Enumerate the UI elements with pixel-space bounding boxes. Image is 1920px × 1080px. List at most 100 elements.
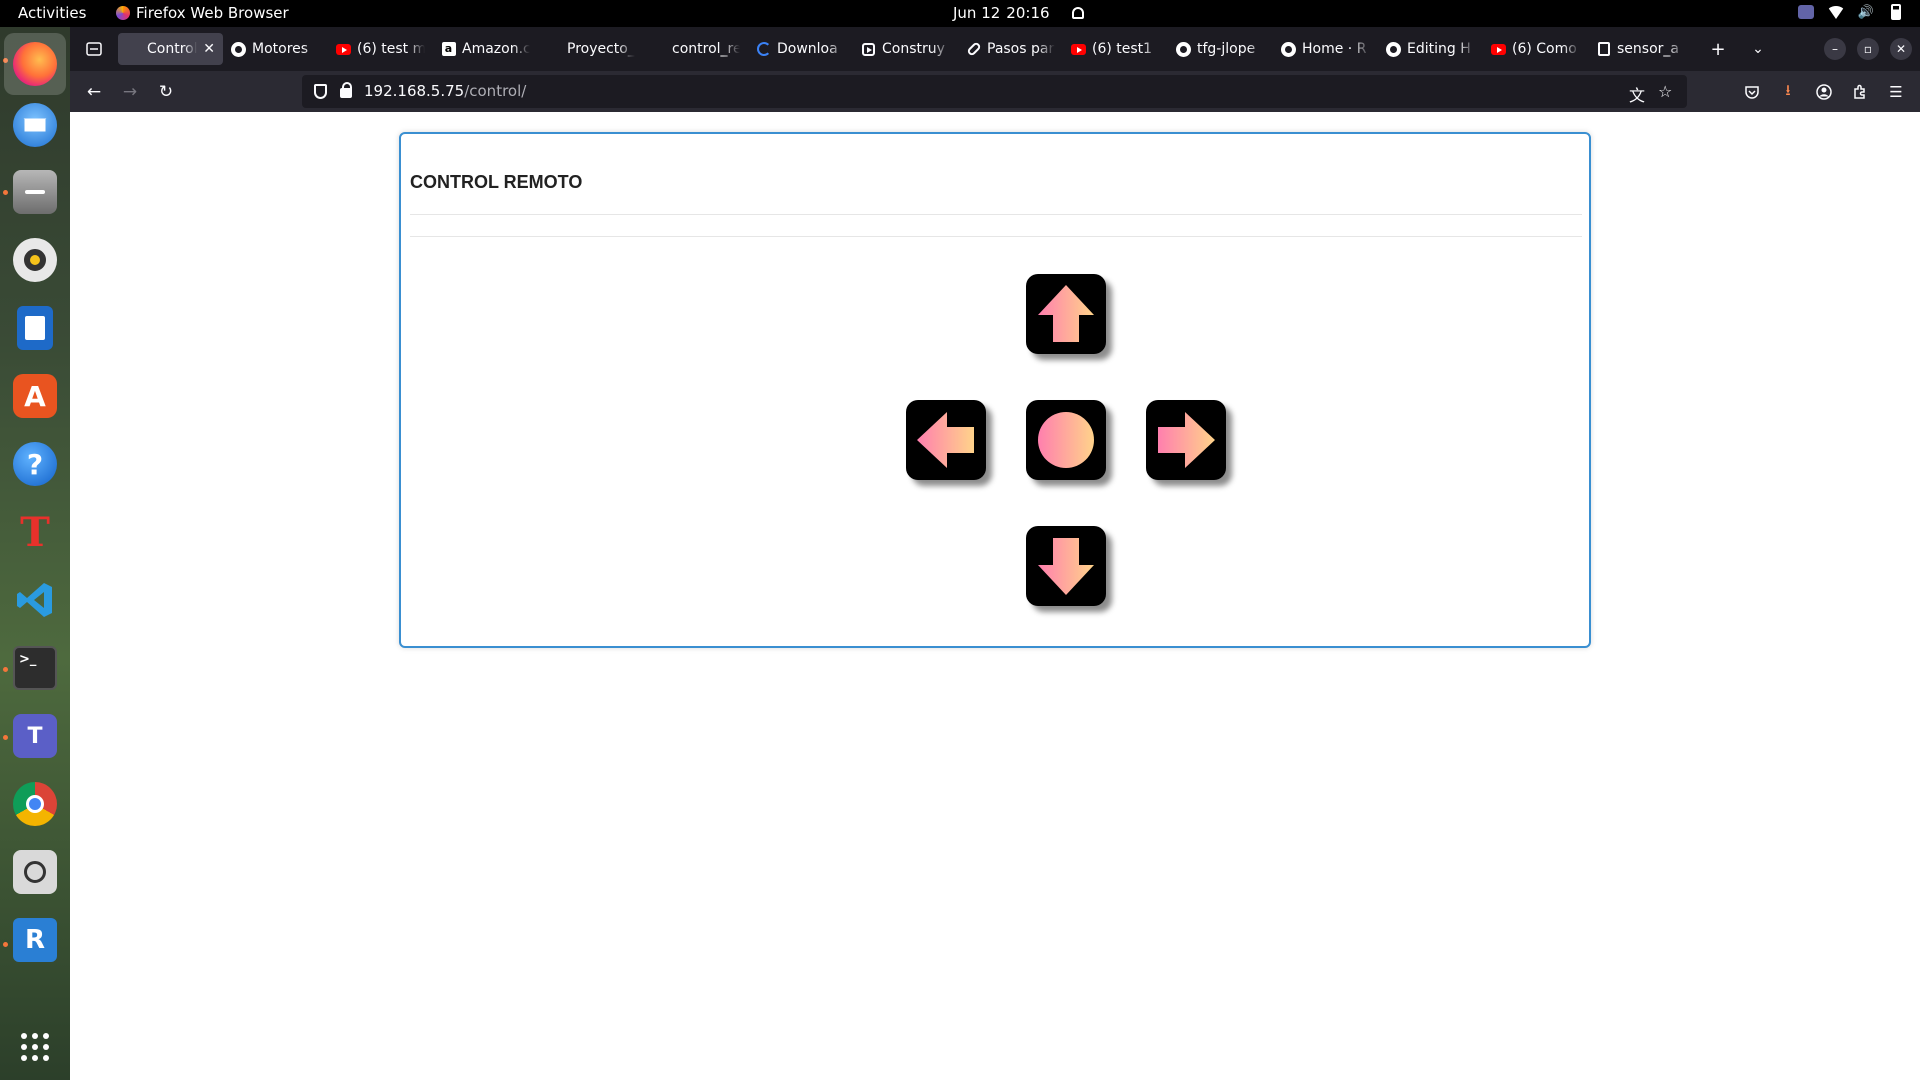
connection-lock-icon[interactable] bbox=[340, 82, 352, 98]
dock-show-apps[interactable] bbox=[10, 1022, 60, 1072]
dock-remmina[interactable]: R bbox=[10, 915, 60, 965]
downloads-button[interactable]: ⭳ bbox=[1777, 81, 1799, 103]
firefox-view-button[interactable] bbox=[82, 37, 106, 61]
dock: A ? T >_ T R bbox=[0, 27, 70, 1080]
system-top-bar: Activities Firefox Web Browser Jun 12 20… bbox=[0, 0, 1920, 27]
battery-icon[interactable] bbox=[1888, 4, 1904, 20]
blank-icon bbox=[546, 42, 561, 57]
browser-tab[interactable]: control_rem bbox=[643, 33, 748, 65]
new-tab-button[interactable]: + bbox=[1706, 37, 1730, 61]
tab-title: tfg-jlope bbox=[1197, 41, 1256, 57]
extensions-button[interactable] bbox=[1849, 81, 1871, 103]
browser-tab[interactable]: tfg-jlope bbox=[1168, 33, 1273, 65]
body-divider bbox=[410, 236, 1582, 237]
typora-icon: T bbox=[20, 508, 50, 556]
app-center-icon: A bbox=[13, 374, 57, 418]
url-text[interactable]: 192.168.5.75/control/ bbox=[364, 82, 526, 100]
puzzle-icon bbox=[1854, 84, 1865, 99]
browser-tab[interactable]: (6) test m bbox=[328, 33, 433, 65]
tab-title: control_rem bbox=[672, 41, 740, 57]
tab-title: Home · R bbox=[1302, 41, 1367, 57]
reload-button[interactable]: ↻ bbox=[154, 80, 178, 104]
system-tray[interactable]: 🔊 bbox=[1798, 4, 1904, 20]
app-menu-button[interactable]: ☰ bbox=[1885, 81, 1907, 103]
dock-chrome[interactable] bbox=[10, 779, 60, 829]
arrow-right-icon bbox=[1158, 412, 1215, 468]
dock-rhythmbox[interactable] bbox=[10, 235, 60, 285]
browser-tab[interactable]: Home · R bbox=[1273, 33, 1378, 65]
browser-tab[interactable]: Downloa bbox=[748, 33, 853, 65]
restore-button[interactable]: ▫ bbox=[1857, 38, 1879, 60]
dock-terminal[interactable]: >_ bbox=[10, 643, 60, 693]
tab-title: Construy bbox=[882, 41, 945, 57]
move-down-button[interactable] bbox=[1026, 526, 1106, 606]
stop-button[interactable] bbox=[1026, 400, 1106, 480]
minimize-icon: – bbox=[1832, 42, 1838, 56]
help-icon: ? bbox=[13, 442, 57, 486]
browser-tab[interactable]: Editing H bbox=[1378, 33, 1483, 65]
move-up-button[interactable] bbox=[1026, 274, 1106, 354]
browser-tab[interactable]: (6) Como bbox=[1483, 33, 1588, 65]
dock-thunderbird[interactable] bbox=[10, 100, 60, 150]
dock-help[interactable]: ? bbox=[10, 439, 60, 489]
browser-tab[interactable]: a Amazon.c bbox=[433, 33, 538, 65]
hamburger-menu-icon: ☰ bbox=[1889, 83, 1903, 101]
browser-tab[interactable]: Pasos par bbox=[958, 33, 1063, 65]
dock-teams[interactable]: T bbox=[10, 711, 60, 761]
account-button[interactable] bbox=[1813, 81, 1835, 103]
arrow-down-icon bbox=[1038, 538, 1094, 595]
list-all-tabs-button[interactable]: ⌄ bbox=[1746, 37, 1770, 61]
pocket-icon bbox=[1745, 86, 1759, 99]
dock-writer[interactable] bbox=[10, 303, 60, 353]
browser-tab[interactable]: Construy bbox=[853, 33, 958, 65]
move-right-button[interactable] bbox=[1146, 400, 1226, 480]
blank-icon bbox=[651, 42, 666, 57]
minimize-button[interactable]: – bbox=[1824, 38, 1846, 60]
amazon-icon: a bbox=[441, 42, 456, 57]
browser-tab[interactable]: (6) test1 bbox=[1063, 33, 1168, 65]
running-indicator bbox=[3, 667, 8, 672]
arrow-left-icon bbox=[917, 412, 974, 468]
close-window-button[interactable]: ✕ bbox=[1890, 38, 1912, 60]
link-icon bbox=[965, 41, 982, 57]
dock-app-center[interactable]: A bbox=[10, 371, 60, 421]
dock-files[interactable] bbox=[10, 167, 60, 217]
tab-title: sensor_a bbox=[1617, 41, 1679, 57]
app-menu[interactable]: Firefox Web Browser bbox=[116, 4, 289, 22]
forward-button[interactable]: → bbox=[118, 80, 142, 104]
tab-title: Pasos par bbox=[987, 41, 1055, 57]
tracking-protection-shield-icon[interactable] bbox=[314, 84, 327, 99]
thunderbird-icon bbox=[13, 103, 57, 147]
rhythmbox-icon bbox=[13, 238, 57, 282]
url-bar[interactable]: 192.168.5.75/control/ 文 ☆ bbox=[302, 75, 1687, 108]
clock[interactable]: Jun 12 20:16 bbox=[953, 4, 1084, 22]
notification-bell-icon bbox=[1071, 7, 1084, 19]
volume-icon[interactable]: 🔊 bbox=[1858, 4, 1874, 20]
close-tab-icon[interactable]: ✕ bbox=[203, 41, 215, 57]
teams-tray-icon[interactable] bbox=[1798, 4, 1814, 20]
browser-tab[interactable]: Motores bbox=[223, 33, 328, 65]
dock-vscode[interactable] bbox=[10, 575, 60, 625]
terminal-icon: >_ bbox=[13, 646, 57, 690]
files-icon bbox=[13, 170, 57, 214]
move-left-button[interactable] bbox=[906, 400, 986, 480]
title-divider bbox=[410, 214, 1582, 215]
bookmark-star-icon[interactable]: ☆ bbox=[1658, 82, 1672, 101]
pocket-button[interactable] bbox=[1741, 81, 1763, 103]
youtube-icon bbox=[1071, 42, 1086, 57]
github-icon bbox=[1281, 41, 1296, 57]
browser-tab[interactable]: Proyecto_ra bbox=[538, 33, 643, 65]
browser-tab[interactable]: Control Re ✕ bbox=[118, 33, 223, 65]
blank-icon bbox=[126, 42, 141, 57]
activities-button[interactable]: Activities bbox=[18, 4, 86, 22]
browser-tab[interactable]: sensor_a bbox=[1588, 33, 1693, 65]
writer-icon bbox=[17, 306, 53, 350]
show-apps-icon bbox=[13, 1025, 57, 1069]
dock-image-viewer[interactable] bbox=[10, 847, 60, 897]
tab-title: Motores bbox=[252, 41, 309, 57]
dock-firefox[interactable] bbox=[4, 33, 66, 95]
wifi-icon[interactable] bbox=[1827, 4, 1845, 20]
dock-typora[interactable]: T bbox=[10, 507, 60, 557]
translate-icon[interactable]: 文 bbox=[1629, 82, 1645, 106]
back-button[interactable]: ← bbox=[82, 80, 106, 104]
